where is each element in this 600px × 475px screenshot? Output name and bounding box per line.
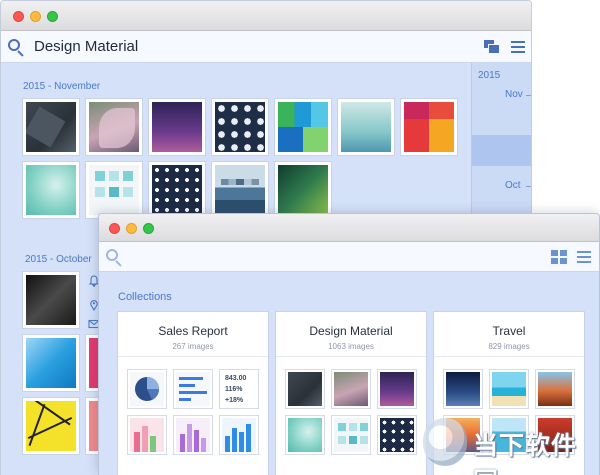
section-label-october: 2015 - October — [25, 254, 92, 265]
stat-value: 843.00 — [225, 375, 247, 382]
minimize-button[interactable] — [126, 223, 137, 234]
stat-value: +18% — [225, 397, 244, 404]
section-label-november: 2015 - November — [23, 81, 101, 92]
collections-heading: Collections — [118, 291, 172, 303]
photo-thumbnail[interactable] — [23, 99, 79, 155]
photo-thumbnail[interactable] — [338, 99, 394, 155]
photo-thumbnail[interactable] — [23, 272, 79, 328]
timeline-year: 2015 — [478, 70, 501, 81]
photo-thumbnail[interactable] — [23, 335, 79, 391]
collection-thumbnail[interactable]: 843.00 116% +18% — [220, 370, 258, 408]
collection-thumbnail[interactable] — [332, 370, 370, 408]
close-button[interactable] — [13, 11, 24, 22]
photo-thumbnail[interactable] — [86, 162, 142, 218]
collection-thumbnail[interactable] — [378, 416, 416, 454]
collection-thumbnail[interactable] — [286, 370, 324, 408]
collection-thumbnail[interactable] — [128, 370, 166, 408]
collection-card-design-material[interactable]: Design Material 1063 images — [275, 311, 427, 475]
photo-thumbnail[interactable] — [275, 99, 331, 155]
collection-thumbnail[interactable] — [220, 416, 258, 454]
stack-icon[interactable] — [483, 39, 501, 55]
divider — [276, 356, 426, 357]
zoom-button[interactable] — [143, 223, 154, 234]
collection-title: Design Material — [309, 324, 393, 338]
collection-thumbnail[interactable] — [128, 416, 166, 454]
photo-thumbnail[interactable] — [275, 162, 331, 218]
collection-thumbnail[interactable] — [444, 370, 482, 408]
stat-value: 116% — [225, 386, 243, 393]
minimize-button[interactable] — [30, 11, 41, 22]
grid-view-icon[interactable] — [551, 250, 567, 264]
collection-thumbnail[interactable] — [286, 416, 324, 454]
timeline-month-oct[interactable]: Oct — [505, 180, 521, 191]
collection-count: 267 images — [172, 342, 214, 351]
collection-title: Sales Report — [158, 324, 228, 338]
collection-title: Travel — [492, 324, 526, 338]
search-title[interactable]: Design Material — [34, 38, 138, 55]
timeline-tick — [526, 95, 531, 96]
photo-thumbnail[interactable] — [149, 162, 205, 218]
photo-thumbnail[interactable] — [86, 99, 142, 155]
zoom-button[interactable] — [47, 11, 58, 22]
photo-thumbnail[interactable] — [212, 99, 268, 155]
photo-thumbnail[interactable] — [149, 99, 205, 155]
watermark-logo — [423, 418, 467, 466]
divider — [434, 356, 584, 357]
collection-card-sales-report[interactable]: Sales Report 267 images 843.00 116% +18% — [117, 311, 269, 475]
divider — [118, 356, 268, 357]
collection-thumbnail[interactable] — [378, 370, 416, 408]
timeline-position[interactable] — [472, 135, 531, 166]
title-bar — [1, 1, 531, 31]
timeline-tick — [526, 186, 531, 187]
collection-thumbnail[interactable] — [536, 370, 574, 408]
photo-thumbnail[interactable] — [401, 99, 457, 155]
collection-thumbnail[interactable] — [332, 416, 370, 454]
collection-thumbnail[interactable] — [174, 370, 212, 408]
search-icon[interactable] — [106, 249, 123, 267]
toolbar — [99, 242, 599, 272]
close-button[interactable] — [109, 223, 120, 234]
photo-thumbnail[interactable] — [23, 162, 79, 218]
search-icon[interactable] — [8, 39, 25, 57]
title-bar — [99, 214, 599, 242]
photo-thumbnail[interactable] — [23, 398, 79, 454]
menu-icon[interactable] — [511, 41, 525, 53]
menu-icon[interactable] — [577, 251, 591, 263]
watermark: 当下软件园 — [421, 418, 599, 475]
collection-count: 829 images — [488, 342, 530, 351]
collection-thumbnail[interactable] — [174, 416, 212, 454]
watermark-text: 当下软件园 — [473, 432, 578, 475]
collection-count: 1063 images — [328, 342, 374, 351]
photo-thumbnail[interactable] — [212, 162, 268, 218]
timeline-month-nov[interactable]: Nov — [505, 89, 523, 100]
collection-thumbnail[interactable] — [490, 370, 528, 408]
